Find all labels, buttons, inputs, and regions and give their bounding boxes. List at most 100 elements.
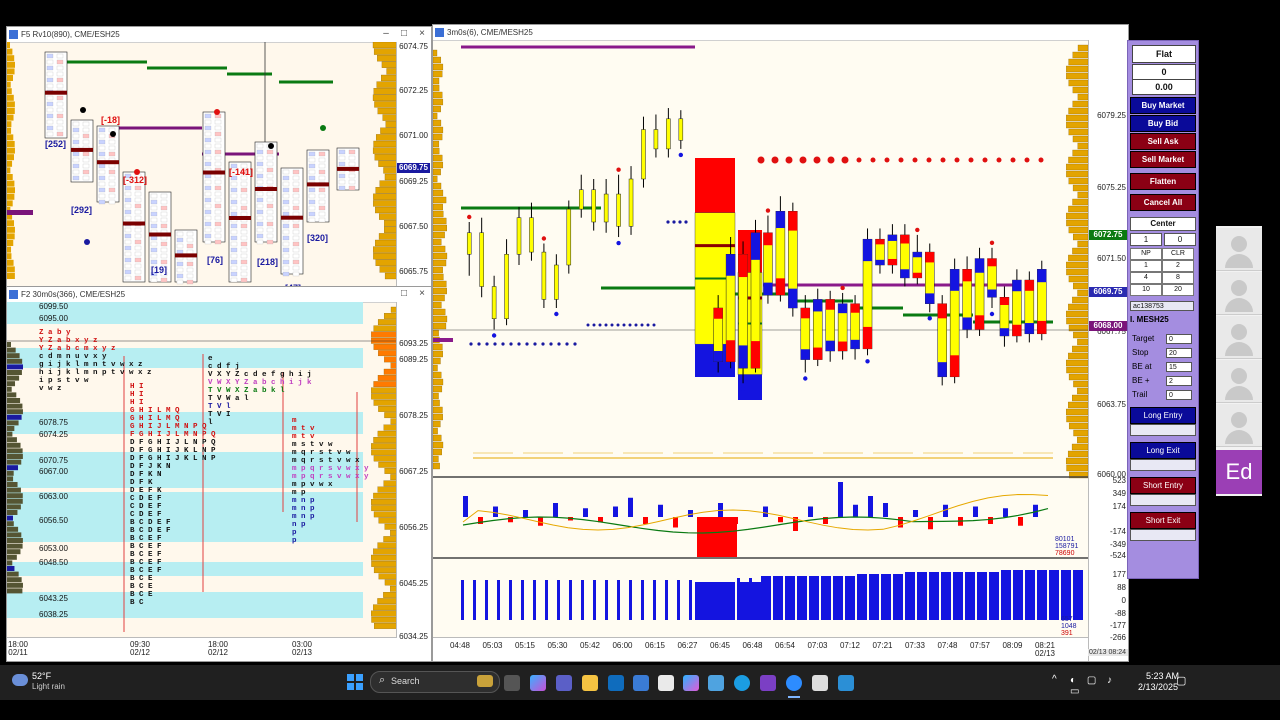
- long-entry-select[interactable]: [1130, 424, 1196, 436]
- footprint-cell: [150, 217, 158, 223]
- long-entry-button[interactable]: Long Entry: [1130, 407, 1196, 424]
- volume-profile-bar: [7, 226, 15, 233]
- flatten-button[interactable]: Flatten: [1130, 173, 1196, 190]
- participant-avatar[interactable]: [1216, 272, 1262, 315]
- window-titlebar[interactable]: F2 30m0s(366), CME/ESH25 □ ×: [7, 287, 431, 303]
- buy-market-button[interactable]: Buy Market: [1130, 97, 1196, 114]
- volume-bar: [1061, 570, 1071, 620]
- window-titlebar[interactable]: F5 Rv10(890), CME/ESH25 – □ ×: [7, 27, 431, 43]
- volume-profile-bar: [7, 266, 15, 273]
- search-box[interactable]: ⌕ Search: [370, 671, 500, 693]
- weather-icon[interactable]: [12, 674, 28, 686]
- trading-app-icon[interactable]: [838, 675, 854, 691]
- window-tpo-chart[interactable]: F2 30m0s(366), CME/ESH25 □ × 6099.50 6095…: [6, 286, 432, 662]
- short-entry-button[interactable]: Short Entry: [1130, 477, 1196, 494]
- close-icon[interactable]: ×: [413, 27, 431, 42]
- qty-preset-1[interactable]: 1: [1130, 260, 1162, 272]
- long-exit-button[interactable]: Long Exit: [1130, 442, 1196, 459]
- short-exit-button[interactable]: Short Exit: [1130, 512, 1196, 529]
- qty-preset-10[interactable]: 10: [1130, 284, 1162, 296]
- participant-avatar[interactable]: [1216, 360, 1262, 403]
- clr-button[interactable]: CLR: [1162, 248, 1194, 260]
- be-at-input[interactable]: 15: [1166, 362, 1192, 372]
- photos-icon[interactable]: [708, 675, 724, 691]
- app-window-icon[interactable]: [812, 675, 828, 691]
- maximize-icon[interactable]: □: [395, 287, 413, 302]
- price-chart-canvas[interactable]: [433, 40, 1088, 661]
- np-button[interactable]: NP: [1130, 248, 1162, 260]
- candle-body-cap: [925, 252, 935, 263]
- range-chart-canvas[interactable]: [7, 42, 397, 286]
- footprint-cell: [82, 133, 90, 139]
- footprint-cell: [292, 175, 300, 181]
- weather-temp[interactable]: 52°F: [32, 671, 51, 681]
- footprint-cell: [204, 191, 212, 197]
- participant-avatar[interactable]: [1216, 228, 1262, 271]
- footprint-cell: [108, 145, 116, 151]
- clock-time[interactable]: 5:23 AM: [1146, 671, 1179, 681]
- copilot-icon[interactable]: [530, 675, 546, 691]
- tpo-row: D F G H I J K L N P: [130, 455, 216, 463]
- participant-avatar[interactable]: [1216, 316, 1262, 359]
- volume-profile-bar: [1068, 79, 1088, 87]
- start-icon[interactable]: [347, 674, 363, 690]
- footprint-cell: [256, 179, 264, 185]
- be-plus-input[interactable]: 2: [1166, 376, 1192, 386]
- sell-ask-button[interactable]: Sell Ask: [1130, 133, 1196, 150]
- outlook-icon[interactable]: [608, 675, 624, 691]
- volume-bar: [593, 580, 596, 620]
- close-icon[interactable]: ×: [413, 287, 431, 302]
- window-titlebar[interactable]: 3m0s(6), CME/MESH25: [433, 25, 1128, 41]
- tpo-row: D F G H I J K L N P: [130, 447, 216, 455]
- notification-bell-icon[interactable]: ▢: [1176, 674, 1186, 687]
- mail-icon[interactable]: [633, 675, 649, 691]
- volume-profile-bar: [373, 193, 397, 200]
- tray-chevron-icon[interactable]: ^: [1052, 674, 1057, 685]
- signal-diamond: [840, 285, 845, 291]
- participant-initials-avatar[interactable]: Ed: [1216, 450, 1262, 494]
- edge-icon[interactable]: [734, 675, 750, 691]
- stop-input[interactable]: 20: [1166, 348, 1192, 358]
- visual-studio-icon[interactable]: [760, 675, 776, 691]
- qty-preset-8[interactable]: 8: [1162, 272, 1194, 284]
- trail-input[interactable]: 0: [1166, 390, 1192, 400]
- file-explorer-icon[interactable]: [582, 675, 598, 691]
- teams-icon[interactable]: [556, 675, 572, 691]
- candle-body: [628, 178, 634, 227]
- qty-preset-2[interactable]: 2: [1162, 260, 1194, 272]
- zoom-icon[interactable]: [786, 675, 802, 691]
- maximize-icon[interactable]: □: [395, 27, 413, 42]
- delta-bar: [868, 496, 873, 517]
- time-label: 08:09: [1002, 641, 1023, 650]
- tpo-row: B C E F: [130, 535, 162, 543]
- price-tick: 6063.75: [1097, 400, 1126, 409]
- long-exit-select[interactable]: [1130, 459, 1196, 471]
- copilot-app-icon[interactable]: [683, 675, 699, 691]
- footprint-delta-label: [252]: [45, 139, 67, 149]
- target-input[interactable]: 0: [1166, 334, 1192, 344]
- buy-bid-button[interactable]: Buy Bid: [1130, 115, 1196, 132]
- footprint-cell: [82, 175, 90, 181]
- minimize-icon[interactable]: –: [377, 27, 395, 42]
- volume-profile-bar: [433, 392, 439, 400]
- short-entry-select[interactable]: [1130, 494, 1196, 506]
- window-main-chart[interactable]: 3m0s(6), CME/MESH25 6079.25 6075.25 6071…: [432, 24, 1129, 662]
- volume-profile-bar: [433, 434, 442, 442]
- qty-preset-20[interactable]: 20: [1162, 284, 1194, 296]
- qty-preset-4[interactable]: 4: [1130, 272, 1162, 284]
- tray-icons[interactable]: ◐ ▢ ♪ ▭: [1070, 675, 1126, 697]
- chatgpt-icon[interactable]: [658, 675, 674, 691]
- qty-input[interactable]: 1: [1130, 233, 1162, 246]
- clock-date[interactable]: 2/13/2025: [1138, 682, 1178, 692]
- volume-profile-bar: [1068, 58, 1088, 66]
- sell-market-button[interactable]: Sell Market: [1130, 151, 1196, 168]
- short-exit-select[interactable]: [1130, 529, 1196, 541]
- task-view-icon[interactable]: [504, 675, 520, 691]
- center-button[interactable]: Center: [1130, 217, 1196, 231]
- account-select[interactable]: ac138753: [1130, 301, 1194, 311]
- footprint-cell: [230, 259, 238, 265]
- participant-avatar[interactable]: [1216, 404, 1262, 447]
- window-range-chart[interactable]: F5 Rv10(890), CME/ESH25 – □ × 6074.75 60…: [6, 26, 432, 287]
- cancel-all-button[interactable]: Cancel All: [1130, 194, 1196, 211]
- footprint-cell: [266, 215, 274, 221]
